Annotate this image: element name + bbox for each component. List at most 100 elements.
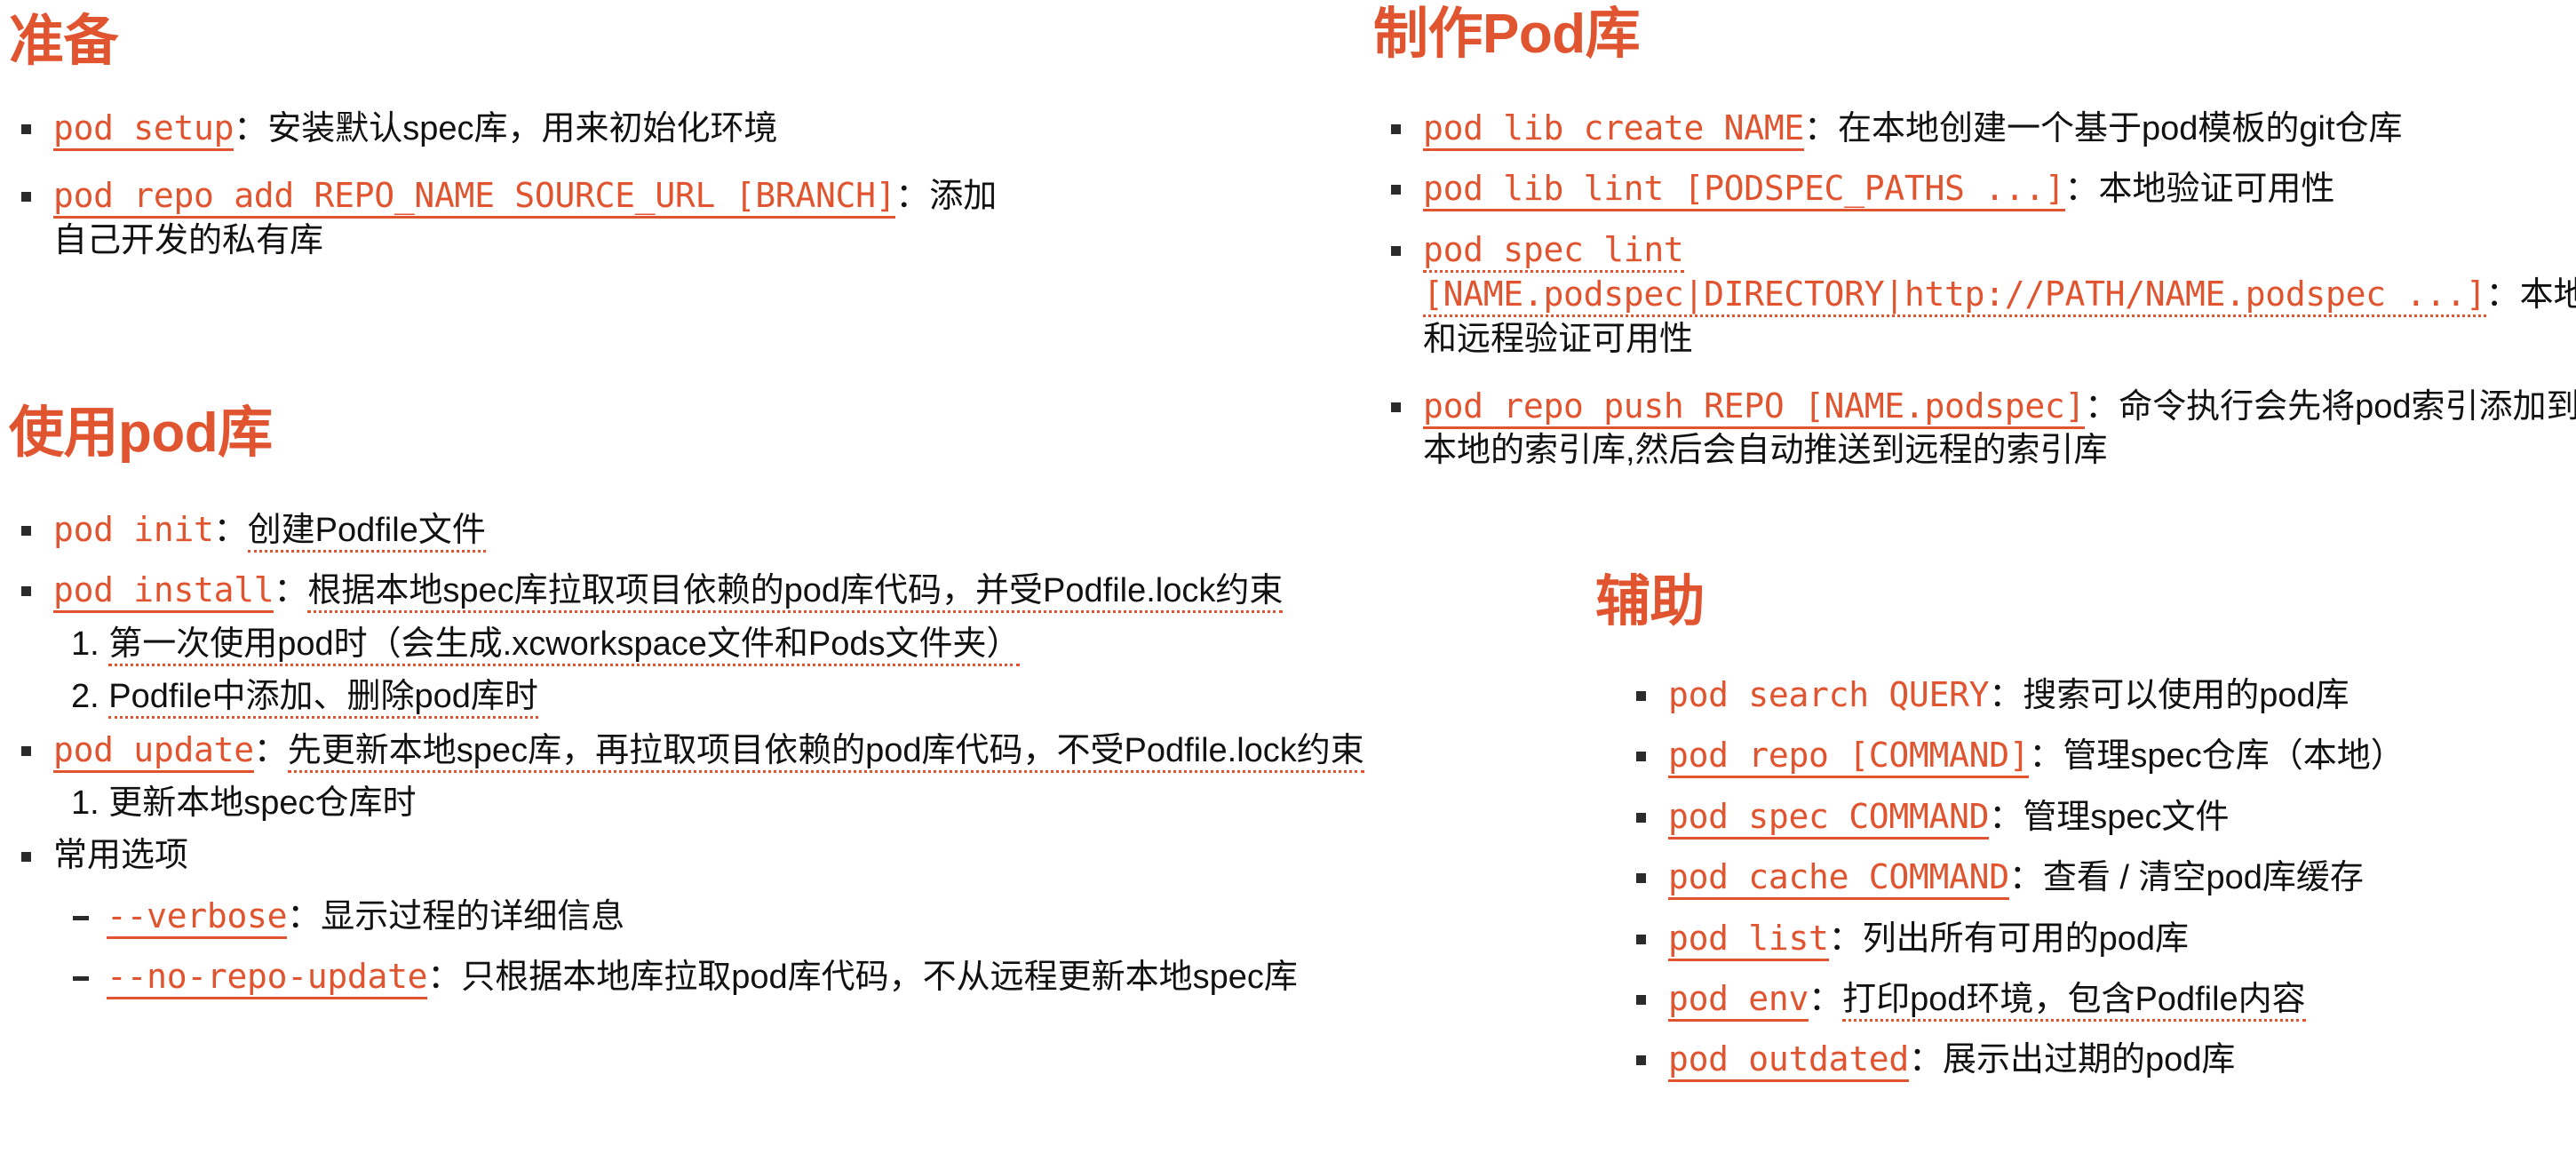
separator: ： [1828, 919, 1863, 958]
list-item: pod repo [COMMAND]：管理spec仓库（本地） [1631, 734, 2576, 779]
description-text: 在本地创建一个基于pod模板的git仓库 [1838, 110, 2403, 147]
command-text: pod init [53, 510, 214, 549]
command-text: pod install [53, 570, 274, 614]
separator: ： [2008, 859, 2043, 897]
separator: ： [1989, 798, 2023, 836]
list-item: pod spec COMMAND：管理spec文件 [1631, 795, 2576, 840]
description-text: 先更新本地spec库，再拉取项目依赖的pod库代码，不受Podfile.lock… [287, 731, 1364, 773]
command-text: pod spec lint [NAME.podspec|DIRECTORY|ht… [1423, 229, 2486, 318]
separator: ： [234, 110, 268, 147]
list-item: pod cache COMMAND：查看 / 清空pod库缓存 [1631, 856, 2576, 901]
command-text: pod lib create NAME [1423, 108, 1804, 151]
separator: ： [1989, 677, 2023, 714]
separator: ： [1908, 1041, 1943, 1079]
list-item: pod spec lint [NAME.podspec|DIRECTORY|ht… [1386, 228, 2576, 362]
description-text: 只根据本地库拉取pod库代码，不从远程更新本地spec库 [461, 959, 1298, 997]
list-item: pod repo push REPO [NAME.podspec]：命令执行会先… [1386, 385, 2576, 474]
separator: ： [1809, 980, 1843, 1018]
list-item: 常用选项 [16, 834, 1366, 878]
command-text: pod list [1668, 918, 1829, 961]
section-heading-use-pod: 使用pod库 [9, 402, 273, 464]
list-item: pod lib lint [PODSPEC_PATHS ...]：本地验证可用性 [1386, 167, 2576, 212]
description-text: 管理spec文件 [2023, 798, 2230, 836]
list-item: 2. Podfile中添加、删除pod库时 [71, 675, 1366, 720]
section-heading-helper: 辅助 [1595, 571, 1705, 633]
command-text: pod lib lint [PODSPEC_PATHS ...] [1423, 169, 2065, 212]
description-text: 本地验证可用性 [2098, 171, 2335, 209]
separator: ： [895, 178, 930, 216]
list-number: 2. [71, 678, 99, 716]
command-text: pod repo push REPO [NAME.podspec] [1423, 386, 2085, 429]
description-text: 搜索可以使用的pod库 [2023, 677, 2349, 714]
command-text: pod outdated [1668, 1039, 1909, 1083]
list-item: pod install：根据本地spec库拉取项目依赖的pod库代码，并受Pod… [16, 569, 1366, 614]
command-text: --verbose [107, 895, 288, 939]
separator: ： [274, 572, 308, 610]
list-item: pod repo add REPO_NAME SOURCE_URL [BRANC… [16, 174, 1013, 263]
description-text: Podfile中添加、删除pod库时 [108, 678, 538, 720]
separator: ： [2029, 737, 2063, 776]
description-text: 安装默认spec库，用来初始化环境 [267, 110, 778, 147]
description-text: 根据本地spec库拉取项目依赖的pod库代码，并受Podfile.lock约束 [307, 572, 1284, 614]
description-text: 更新本地spec仓库时 [108, 784, 417, 822]
separator: ： [2064, 171, 2099, 209]
separator: ： [2085, 387, 2119, 426]
list-item: pod outdated：展示出过期的pod库 [1631, 1038, 2576, 1083]
list-item: pod search QUERY：搜索可以使用的pod库 [1631, 673, 2576, 718]
description-text: 创建Podfile文件 [247, 512, 486, 553]
section-heading-prepare: 准备 [9, 11, 119, 72]
list-item: --verbose：显示过程的详细信息 [66, 895, 1366, 939]
description-text: 打印pod环境，包含Podfile内容 [1842, 980, 2306, 1022]
list-item: pod list：列出所有可用的pod库 [1631, 917, 2576, 961]
command-text: pod repo add REPO_NAME SOURCE_URL [BRANC… [53, 176, 896, 219]
description-text: 查看 / 清空pod库缓存 [2042, 859, 2364, 897]
description-text: 管理spec仓库（本地） [2063, 737, 2405, 776]
command-text: pod env [1668, 978, 1809, 1022]
list-item: pod init：创建Podfile文件 [16, 508, 1366, 553]
command-text: pod spec COMMAND [1668, 796, 1990, 840]
separator: ： [1803, 110, 1838, 147]
separator: ： [213, 512, 248, 549]
list-item: pod update：先更新本地spec库，再拉取项目依赖的pod库代码，不受P… [16, 728, 1366, 773]
separator: ： [287, 897, 322, 935]
list-use-pod: pod init：创建Podfile文件 pod install：根据本地spe… [16, 508, 1366, 1000]
list-number: 1. [71, 784, 99, 822]
separator: ： [2485, 276, 2520, 314]
list-make-pod: pod lib create NAME：在本地创建一个基于pod模板的git仓库… [1386, 107, 2576, 474]
command-text: pod search QUERY [1668, 675, 1990, 714]
command-text: pod setup [53, 108, 235, 151]
list-item: pod env：打印pod环境，包含Podfile内容 [1631, 977, 2576, 1022]
command-text: pod cache COMMAND [1668, 857, 2009, 901]
description-text: 第一次使用pod时（会生成.xcworkspace文件和Pods文件夹） [108, 625, 1021, 666]
list-item: 1. 更新本地spec仓库时 [71, 782, 1366, 825]
separator: ： [253, 731, 288, 769]
list-prepare: pod setup：安装默认spec库，用来初始化环境 pod repo add… [16, 107, 1348, 263]
list-item: --no-repo-update：只根据本地库拉取pod库代码，不从远程更新本地… [66, 955, 1366, 1000]
description-text: 显示过程的详细信息 [321, 897, 625, 935]
list-item: 1. 第一次使用pod时（会生成.xcworkspace文件和Pods文件夹） [71, 623, 1366, 666]
list-item: pod setup：安装默认spec库，用来初始化环境 [16, 107, 1348, 151]
separator: ： [427, 959, 462, 997]
section-heading-make-pod: 制作Pod库 [1373, 4, 1641, 65]
list-item: pod lib create NAME：在本地创建一个基于pod模板的git仓库 [1386, 107, 2576, 151]
description-text: 列出所有可用的pod库 [1862, 919, 2190, 958]
list-number: 1. [71, 625, 99, 663]
